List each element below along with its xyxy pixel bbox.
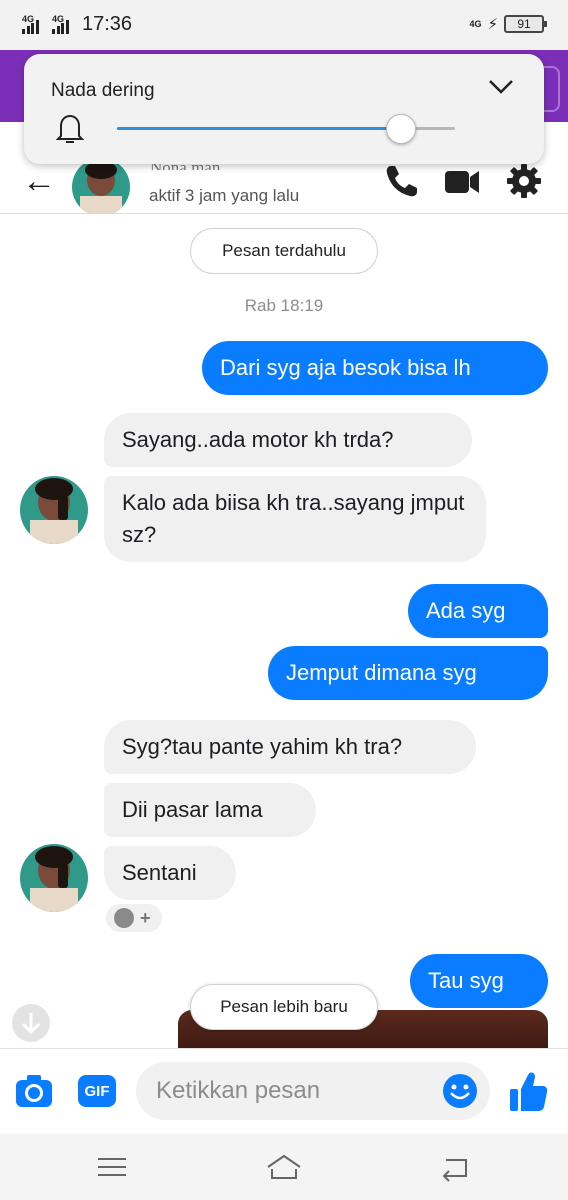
smiley-icon bbox=[114, 908, 134, 928]
volume-slider-fill bbox=[117, 127, 401, 130]
volume-slider-handle[interactable] bbox=[385, 114, 416, 144]
message-outgoing[interactable]: Dari syg aja besok bisa lh bbox=[202, 341, 548, 395]
battery-indicator: 91 bbox=[504, 15, 547, 33]
message-input-placeholder: Ketikkan pesan bbox=[156, 1077, 321, 1104]
charging-icon: ⚡ bbox=[487, 16, 498, 33]
message-incoming[interactable]: Sayang..ada motor kh trda? bbox=[104, 413, 472, 467]
message-incoming[interactable]: Sentani bbox=[104, 846, 236, 900]
home-icon[interactable] bbox=[264, 1152, 304, 1182]
volume-panel: Nada dering bbox=[24, 54, 544, 164]
emoji-icon[interactable] bbox=[442, 1073, 478, 1109]
bell-icon[interactable] bbox=[56, 112, 84, 144]
signal-sim1-icon: 4G bbox=[22, 14, 52, 34]
phone-icon[interactable] bbox=[383, 162, 421, 200]
message-outgoing[interactable]: Jemput dimana syg bbox=[268, 646, 548, 700]
message-composer: GIF Ketikkan pesan bbox=[0, 1048, 568, 1134]
signal-sim2-icon: 4G bbox=[52, 14, 82, 34]
camera-icon[interactable] bbox=[14, 1073, 54, 1109]
contact-avatar[interactable] bbox=[72, 158, 130, 216]
system-nav-bar bbox=[0, 1134, 568, 1200]
older-messages-button[interactable]: Pesan terdahulu bbox=[190, 228, 378, 274]
contact-status: aktif 3 jam yang lalu bbox=[149, 186, 300, 205]
add-reaction-button[interactable]: + bbox=[106, 904, 162, 932]
back-nav-icon[interactable] bbox=[436, 1152, 476, 1182]
chevron-down-icon[interactable] bbox=[488, 78, 514, 96]
volume-panel-title: Nada dering bbox=[51, 80, 155, 101]
menu-icon[interactable] bbox=[92, 1152, 132, 1182]
status-time: 17:36 bbox=[82, 13, 133, 35]
status-bar: 4G 4G 17:36 4G ⚡ 91 bbox=[0, 0, 568, 50]
video-camera-icon[interactable] bbox=[443, 162, 481, 200]
gif-button[interactable]: GIF bbox=[78, 1075, 116, 1107]
contact-avatar[interactable] bbox=[20, 476, 88, 544]
back-arrow-icon[interactable]: ← bbox=[22, 164, 56, 198]
message-incoming[interactable]: Syg?tau pante yahim kh tra? bbox=[104, 720, 476, 774]
thumbs-up-icon[interactable] bbox=[508, 1069, 548, 1113]
newer-messages-button[interactable]: Pesan lebih baru bbox=[190, 984, 378, 1030]
arrow-down-icon[interactable] bbox=[12, 1004, 50, 1042]
gear-icon[interactable] bbox=[505, 162, 543, 200]
plus-icon: + bbox=[140, 907, 151, 928]
message-timestamp: Rab 18:19 bbox=[244, 296, 324, 315]
contact-avatar[interactable] bbox=[20, 844, 88, 912]
message-list[interactable]: Pesan terdahulu Rab 18:19 Dari syg aja b… bbox=[0, 214, 568, 1050]
message-outgoing[interactable]: Tau syg bbox=[410, 954, 548, 1008]
message-incoming[interactable]: Dii pasar lama bbox=[104, 783, 316, 837]
message-input[interactable]: Ketikkan pesan bbox=[136, 1062, 490, 1120]
network-indicator: 4G bbox=[469, 19, 482, 29]
message-incoming[interactable]: Kalo ada biisa kh tra..sayang jmput sz? bbox=[104, 476, 486, 562]
message-outgoing[interactable]: Ada syg bbox=[408, 584, 548, 638]
